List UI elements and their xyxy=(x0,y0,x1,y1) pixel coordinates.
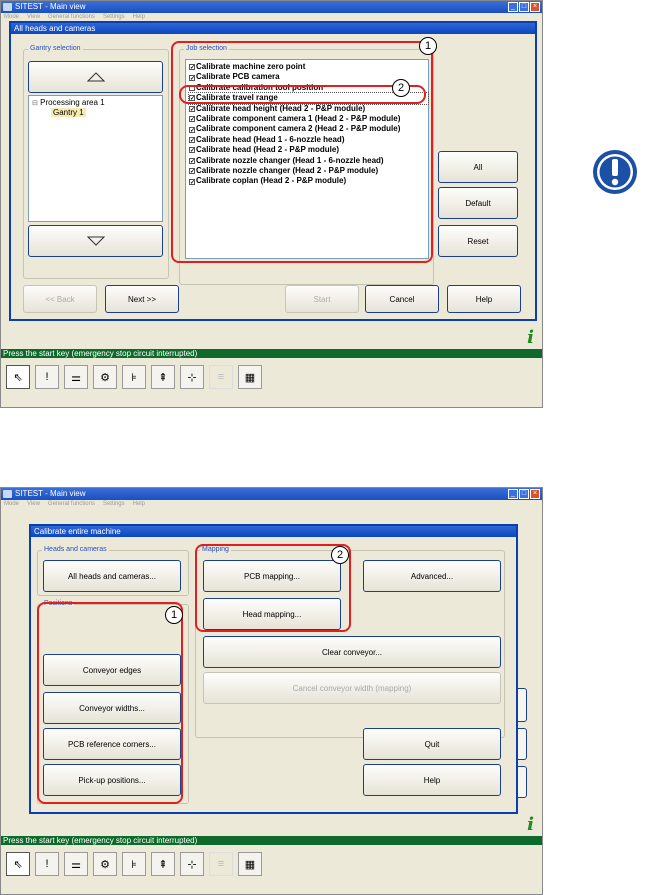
tree-expander-icon[interactable]: ⊟ xyxy=(32,100,38,107)
menu-help[interactable]: Help xyxy=(133,13,145,21)
all-heads-and-cameras-button[interactable]: All heads and cameras... xyxy=(43,560,181,592)
screenshot-calibrate-entire-machine: SITEST - Main view _ □ × Mode View Gener… xyxy=(0,487,543,895)
close-icon[interactable]: × xyxy=(530,2,540,12)
nozzle-icon[interactable]: ⇞ xyxy=(151,365,175,389)
menu-view[interactable]: View xyxy=(27,13,40,21)
back-button[interactable]: << Back xyxy=(23,285,97,313)
heads-and-cameras-label: Heads and cameras xyxy=(42,546,109,554)
advanced-button[interactable]: Advanced... xyxy=(363,560,501,592)
info-icon[interactable]: i xyxy=(527,327,534,348)
clear-conveyor-button[interactable]: Clear conveyor... xyxy=(203,636,501,668)
help-button[interactable]: Help xyxy=(447,285,521,313)
minimize-icon[interactable]: _ xyxy=(508,2,518,12)
quit-button[interactable]: Quit xyxy=(363,728,501,760)
warning-icon[interactable]: ! xyxy=(35,852,59,876)
minimize-icon[interactable]: _ xyxy=(508,489,518,499)
menu-general-functions[interactable]: General functions xyxy=(48,13,95,21)
warning-icon xyxy=(592,149,638,195)
window-title: SITEST - Main view xyxy=(15,489,86,498)
gear-icon[interactable]: ⚙ xyxy=(93,365,117,389)
menu-general-functions[interactable]: General functions xyxy=(48,500,95,508)
menu-bar: Mode View General functions Settings Hel… xyxy=(1,500,542,508)
window-titlebar: SITEST - Main view _ □ × xyxy=(1,1,542,13)
callout-2: 2 xyxy=(392,79,410,97)
axis-icon[interactable]: ⊹ xyxy=(180,365,204,389)
feeder-icon[interactable]: ⊧ xyxy=(122,852,146,876)
app-icon xyxy=(3,3,12,11)
list-icon[interactable]: ≡ xyxy=(209,365,233,389)
cancel-button[interactable]: Cancel xyxy=(365,285,439,313)
triangle-down-icon xyxy=(86,236,105,246)
warning-icon[interactable]: ! xyxy=(35,365,59,389)
gantry-selection-label: Gantry selection xyxy=(28,45,83,53)
default-button[interactable]: Default xyxy=(438,187,518,219)
window-title: SITEST - Main view xyxy=(15,2,86,11)
grid-icon[interactable]: ▦ xyxy=(238,365,262,389)
screenshot-job-selection: SITEST - Main view _ □ × Mode View Gener… xyxy=(0,0,543,408)
status-bar: Press the start key (emergency stop circ… xyxy=(1,836,542,845)
highlight-mapping xyxy=(195,544,351,632)
dialog-title: All heads and cameras xyxy=(11,23,535,34)
start-button[interactable]: Start xyxy=(285,285,359,313)
axis-icon[interactable]: ⊹ xyxy=(180,852,204,876)
list-icon[interactable]: ≡ xyxy=(209,852,233,876)
scroll-down-button[interactable] xyxy=(28,225,163,257)
pointer-icon[interactable]: ⇖ xyxy=(6,852,30,876)
tree-node-gantry[interactable]: Gantry 1 xyxy=(51,108,86,117)
gantry-tree[interactable]: ⊟ Processing area 1 Gantry 1 xyxy=(28,95,163,222)
menu-help[interactable]: Help xyxy=(133,500,145,508)
reset-button[interactable]: Reset xyxy=(438,225,518,257)
window-titlebar: SITEST - Main view _ □ × xyxy=(1,488,542,500)
callout-1: 1 xyxy=(165,606,183,624)
tree-node-label: Gantry 1 xyxy=(53,108,84,117)
grid-icon[interactable]: ▦ xyxy=(238,852,262,876)
tree-node-label: Processing area 1 xyxy=(40,98,105,107)
callout-2: 2 xyxy=(331,546,349,564)
feeder-icon[interactable]: ⊧ xyxy=(122,365,146,389)
triangle-up-icon xyxy=(86,72,105,82)
all-button[interactable]: All xyxy=(438,151,518,183)
toolbar: ⇖! ⚌ ⚙ ⊧ ⇞ ⊹ ≡ ▦ xyxy=(1,852,542,876)
help-button[interactable]: Help xyxy=(363,764,501,796)
menu-mode[interactable]: Mode xyxy=(4,13,19,21)
menu-view[interactable]: View xyxy=(27,500,40,508)
callout-1: 1 xyxy=(419,37,437,55)
conveyor-icon[interactable]: ⚌ xyxy=(64,365,88,389)
menu-bar: Mode View General functions Settings Hel… xyxy=(1,13,542,21)
close-icon[interactable]: × xyxy=(530,489,540,499)
scroll-up-button[interactable] xyxy=(28,61,163,93)
dialog-title: Calibrate entire machine xyxy=(31,526,516,537)
status-bar: Press the start key (emergency stop circ… xyxy=(1,349,542,358)
nozzle-icon[interactable]: ⇞ xyxy=(151,852,175,876)
tree-node-processing-area[interactable]: ⊟ Processing area 1 xyxy=(32,98,105,107)
app-icon xyxy=(3,490,12,498)
menu-mode[interactable]: Mode xyxy=(4,500,19,508)
conveyor-icon[interactable]: ⚌ xyxy=(64,852,88,876)
maximize-icon[interactable]: □ xyxy=(519,489,529,499)
cancel-conveyor-width-button[interactable]: Cancel conveyor width (mapping) xyxy=(203,672,501,704)
info-icon[interactable]: i xyxy=(527,814,534,835)
next-button[interactable]: Next >> xyxy=(105,285,179,313)
pointer-icon[interactable]: ⇖ xyxy=(6,365,30,389)
highlight-positions xyxy=(37,602,183,804)
highlight-job-selection xyxy=(171,41,433,263)
menu-settings[interactable]: Settings xyxy=(103,500,125,508)
toolbar: ⇖! ⚌ ⚙ ⊧ ⇞ ⊹ ≡ ▦ xyxy=(1,365,542,389)
maximize-icon[interactable]: □ xyxy=(519,2,529,12)
highlight-travel-range xyxy=(179,85,426,104)
menu-settings[interactable]: Settings xyxy=(103,13,125,21)
gear-icon[interactable]: ⚙ xyxy=(93,852,117,876)
